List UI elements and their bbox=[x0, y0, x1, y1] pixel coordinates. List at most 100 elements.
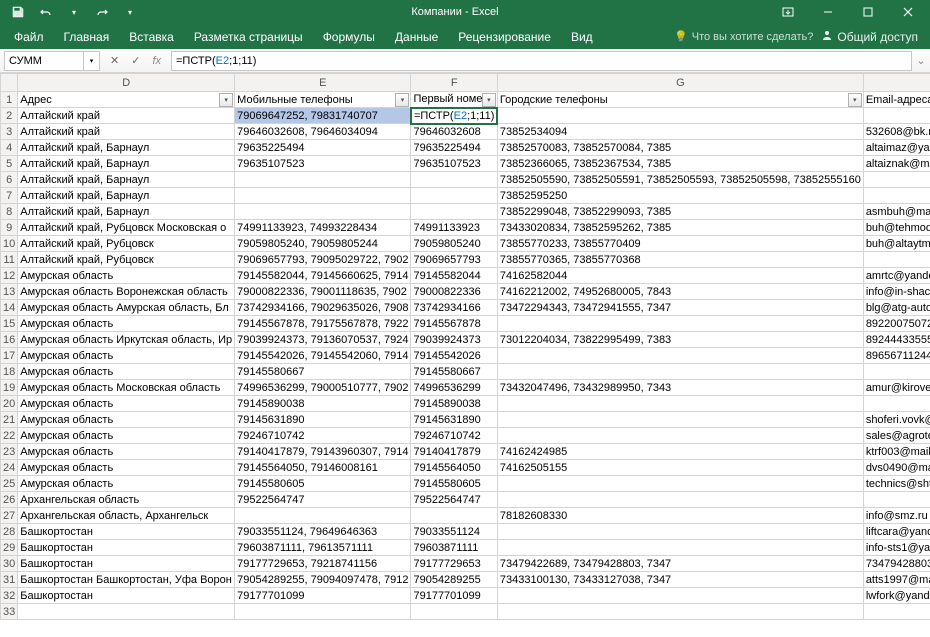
row-header[interactable]: 26 bbox=[1, 492, 18, 508]
col-header-f[interactable]: F bbox=[411, 74, 497, 92]
header-cell[interactable]: Мобильные телефоны▾ bbox=[235, 92, 411, 108]
cell[interactable]: Алтайский край, Рубцовск bbox=[18, 252, 235, 268]
row-header[interactable]: 6 bbox=[1, 172, 18, 188]
row-header[interactable]: 22 bbox=[1, 428, 18, 444]
cell[interactable] bbox=[411, 188, 497, 204]
row-header[interactable]: 2 bbox=[1, 108, 18, 124]
cell[interactable]: Амурская область bbox=[18, 476, 235, 492]
header-cell[interactable]: Городские телефоны▾ bbox=[497, 92, 863, 108]
row-header[interactable]: 3 bbox=[1, 124, 18, 140]
header-cell[interactable]: Адрес▾ bbox=[18, 92, 235, 108]
cell[interactable]: 89220075072@bost-rus.ru, zakaz@bost- bbox=[863, 316, 930, 332]
cell[interactable]: Алтайский край, Рубцовск Московская о bbox=[18, 220, 235, 236]
cell[interactable] bbox=[863, 108, 930, 124]
cell[interactable]: 73855770365, 73855770368 bbox=[497, 252, 863, 268]
col-header-d[interactable]: D bbox=[18, 74, 235, 92]
cell[interactable]: 79145580667 bbox=[411, 364, 497, 380]
cell[interactable]: 74996536299 bbox=[411, 380, 497, 396]
cell[interactable]: 79522564747 bbox=[411, 492, 497, 508]
cell[interactable]: 79603871111 bbox=[411, 540, 497, 556]
cell[interactable]: 73742934166 bbox=[411, 300, 497, 316]
row-header[interactable]: 17 bbox=[1, 348, 18, 364]
row-header[interactable]: 4 bbox=[1, 140, 18, 156]
cell[interactable]: 73855770233, 73855770409 bbox=[497, 236, 863, 252]
cell[interactable]: Амурская область bbox=[18, 396, 235, 412]
cell[interactable]: 74162212002, 74952680005, 7843 bbox=[497, 284, 863, 300]
cell[interactable]: 79039924373 bbox=[411, 332, 497, 348]
cell[interactable] bbox=[235, 188, 411, 204]
tab-insert[interactable]: Вставка bbox=[119, 24, 184, 49]
cell[interactable] bbox=[497, 364, 863, 380]
cell[interactable]: 73433100130, 73433127038, 7347 bbox=[497, 572, 863, 588]
cell[interactable]: 73852570083, 73852570084, 7385 bbox=[497, 140, 863, 156]
cell[interactable] bbox=[235, 172, 411, 188]
cell[interactable]: Архангельская область bbox=[18, 492, 235, 508]
cell[interactable]: atts1997@mail.ru, avto5@vk.va https:// bbox=[863, 572, 930, 588]
cell[interactable] bbox=[497, 428, 863, 444]
tab-page-layout[interactable]: Разметка страницы bbox=[184, 24, 313, 49]
cell[interactable]: 79145564050, 79146008161 bbox=[235, 460, 411, 476]
cell[interactable]: Алтайский край bbox=[18, 108, 235, 124]
undo-icon[interactable] bbox=[36, 2, 56, 22]
cell[interactable]: 79177729653, 79218741156 bbox=[235, 556, 411, 572]
tab-view[interactable]: Вид bbox=[561, 24, 603, 49]
cell[interactable]: 79145582044, 79145660625, 7914 bbox=[235, 268, 411, 284]
cell[interactable] bbox=[411, 204, 497, 220]
cell[interactable]: 79646032608 bbox=[411, 124, 497, 140]
cell[interactable]: 74162582044 bbox=[497, 268, 863, 284]
cell[interactable]: Башкортостан bbox=[18, 588, 235, 604]
cell[interactable]: Амурская область Воронежская область bbox=[18, 284, 235, 300]
select-all-corner[interactable] bbox=[1, 74, 18, 92]
cell[interactable]: amrtc@yandex.ru bbox=[863, 268, 930, 284]
cell[interactable]: =ПСТР(E2;1;11) bbox=[411, 108, 497, 124]
filter-icon[interactable]: ▾ bbox=[848, 93, 862, 107]
cell[interactable]: Алтайский край bbox=[18, 124, 235, 140]
cell[interactable]: 79635225494 bbox=[235, 140, 411, 156]
cancel-formula-icon[interactable]: ✕ bbox=[110, 54, 119, 67]
cell[interactable]: Алтайский край, Барнаул bbox=[18, 156, 235, 172]
row-header[interactable]: 25 bbox=[1, 476, 18, 492]
cell[interactable]: Башкортостан bbox=[18, 540, 235, 556]
formula-bar[interactable]: =ПСТР(E2;1;11) bbox=[171, 51, 912, 71]
col-header-h[interactable]: H bbox=[863, 74, 930, 92]
cell[interactable]: 73852299048, 73852299093, 7385 bbox=[497, 204, 863, 220]
ribbon-display-options-icon[interactable] bbox=[770, 0, 806, 24]
cell[interactable]: Алтайский край, Барнаул bbox=[18, 172, 235, 188]
cell[interactable]: 73852505590, 73852505591, 73852505593, 7… bbox=[497, 172, 863, 188]
header-cell[interactable]: Email-адреса▾ bbox=[863, 92, 930, 108]
cell[interactable] bbox=[411, 172, 497, 188]
cell[interactable] bbox=[411, 604, 497, 620]
cell[interactable]: 532608@bk.ru, 602906@bk.ru bbox=[863, 124, 930, 140]
cell[interactable]: 79145567878 bbox=[411, 316, 497, 332]
cell[interactable]: 79145567878, 79175567878, 7922 bbox=[235, 316, 411, 332]
cell[interactable]: info@in-shacman.ru, info@shacman-ka bbox=[863, 284, 930, 300]
cell[interactable]: 79145564050 bbox=[411, 460, 497, 476]
filter-icon[interactable]: ▾ bbox=[219, 93, 233, 107]
cell[interactable]: 79145542026 bbox=[411, 348, 497, 364]
cell[interactable]: Амурская область Иркутская область, Ир bbox=[18, 332, 235, 348]
filter-icon[interactable]: ▾ bbox=[395, 93, 409, 107]
expand-formula-bar-icon[interactable]: ⌄ bbox=[912, 54, 930, 67]
cell[interactable] bbox=[863, 252, 930, 268]
cell[interactable]: Алтайский край, Барнаул bbox=[18, 188, 235, 204]
cell[interactable]: 79603871111, 79613571111 bbox=[235, 540, 411, 556]
cell[interactable]: ktrf003@mail.ru, ktrf005@bk.ru, vts001 bbox=[863, 444, 930, 460]
row-header[interactable]: 20 bbox=[1, 396, 18, 412]
row-header[interactable]: 27 bbox=[1, 508, 18, 524]
filter-icon[interactable]: ▾ bbox=[482, 93, 496, 107]
row-header[interactable]: 9 bbox=[1, 220, 18, 236]
cell[interactable]: 79140417879, 79143960307, 7914 bbox=[235, 444, 411, 460]
cell[interactable]: 79635225494 bbox=[411, 140, 497, 156]
cell[interactable]: 79000822336 bbox=[411, 284, 497, 300]
cell[interactable]: 79177701099 bbox=[411, 588, 497, 604]
cell[interactable]: Башкортостан Башкортостан, Уфа Ворон bbox=[18, 572, 235, 588]
row-header[interactable]: 12 bbox=[1, 268, 18, 284]
cell[interactable]: 79140417879 bbox=[411, 444, 497, 460]
cell[interactable]: info@smz.ru https:// bbox=[863, 508, 930, 524]
cell[interactable]: amur@kirovets-fpk.ru, amur@u https:// bbox=[863, 380, 930, 396]
cell[interactable]: Амурская область bbox=[18, 316, 235, 332]
tab-data[interactable]: Данные bbox=[385, 24, 448, 49]
cell[interactable] bbox=[497, 588, 863, 604]
cell[interactable]: 73852595250 bbox=[497, 188, 863, 204]
header-cell[interactable]: Первый номер▾ bbox=[411, 92, 497, 108]
